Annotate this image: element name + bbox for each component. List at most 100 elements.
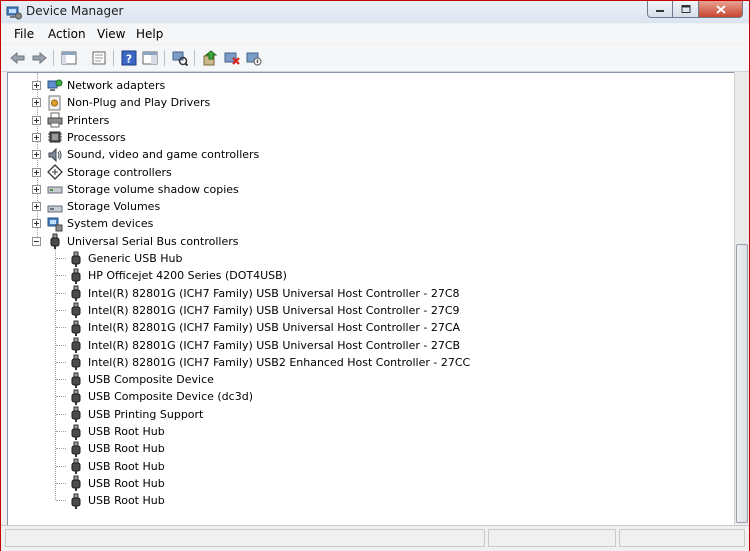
properties-sheet-icon: [92, 51, 106, 65]
tree-category[interactable]: Storage volume shadow copies: [32, 181, 239, 198]
tree-category-label: Processors: [67, 130, 126, 144]
usb-device-label: USB Root Hub: [88, 494, 165, 508]
usb-device-item[interactable]: USB Composite Device: [68, 371, 214, 388]
network-icon: [47, 79, 63, 91]
tree-category[interactable]: Printers: [32, 112, 109, 129]
usb-device-item[interactable]: USB Root Hub: [68, 475, 165, 492]
usb-device-item[interactable]: USB Root Hub: [68, 492, 165, 509]
usb-device-item[interactable]: USB Printing Support: [68, 406, 203, 423]
usb-device-item[interactable]: Intel(R) 82801G (ICH7 Family) USB Univer…: [68, 302, 460, 319]
expand-icon[interactable]: [32, 115, 41, 125]
tree-category[interactable]: Sound, video and game controllers: [32, 146, 259, 163]
expand-icon[interactable]: [32, 81, 41, 90]
usb-device-item[interactable]: USB Root Hub: [68, 458, 165, 475]
usb-device-item[interactable]: USB Root Hub: [68, 440, 165, 457]
menu-help[interactable]: Help: [136, 27, 163, 41]
expand-icon[interactable]: [32, 184, 41, 194]
tree-category[interactable]: Storage Volumes: [32, 198, 160, 215]
tree-category[interactable]: Universal Serial Bus controllers: [32, 233, 238, 250]
window-controls: [647, 1, 743, 19]
menu-view[interactable]: View: [97, 27, 125, 41]
toolbar-separator: [164, 50, 165, 66]
uninstall-button[interactable]: [223, 49, 241, 67]
tree-connector-line: [56, 258, 66, 260]
expand-icon[interactable]: [32, 219, 41, 229]
status-bar: [1, 525, 749, 551]
processor-icon: [48, 131, 62, 143]
scan-hardware-button[interactable]: [171, 49, 189, 67]
help-button[interactable]: ?: [120, 49, 138, 67]
tree-category[interactable]: Processors: [32, 129, 126, 146]
tree-category[interactable]: Network adapters: [32, 77, 165, 94]
menu-file[interactable]: File: [14, 27, 34, 41]
disable-button[interactable]: [245, 49, 263, 67]
usb-device-item[interactable]: Intel(R) 82801G (ICH7 Family) USB Univer…: [68, 285, 460, 302]
tree-category[interactable]: System devices: [32, 215, 153, 232]
expand-icon[interactable]: [32, 202, 41, 212]
usb-device-icon: [71, 441, 81, 457]
tree-category-label: System devices: [67, 217, 154, 231]
menu-action[interactable]: Action: [48, 27, 86, 41]
usb-device-label: USB Root Hub: [88, 476, 165, 490]
usb-device-icon: [71, 458, 81, 475]
title-bar[interactable]: Device Manager: [1, 1, 749, 23]
usb-device-label: USB Root Hub: [88, 442, 165, 456]
tree-connector-line: [56, 275, 66, 277]
usb-device-item[interactable]: Intel(R) 82801G (ICH7 Family) USB Univer…: [68, 337, 460, 354]
forward-button[interactable]: [30, 49, 48, 67]
driver-icon: [48, 95, 61, 111]
back-icon: [10, 51, 25, 65]
usb-device-label: USB Root Hub: [88, 459, 165, 473]
tree-connector-line: [56, 396, 66, 398]
properties-button[interactable]: [90, 49, 108, 67]
usb-device-item[interactable]: Intel(R) 82801G (ICH7 Family) USB2 Enhan…: [68, 354, 470, 371]
help-icon: ?: [121, 50, 137, 66]
tree-category-label: Network adapters: [67, 79, 166, 92]
toolbar: ?: [1, 45, 749, 72]
tree-category[interactable]: Non-Plug and Play Drivers: [32, 94, 210, 111]
window-title: Device Manager: [26, 4, 124, 18]
usb-device-icon: [71, 354, 81, 371]
device-manager-icon: [6, 6, 22, 20]
disable-icon: [246, 52, 262, 66]
maximize-button[interactable]: [673, 1, 699, 18]
expand-icon[interactable]: [32, 167, 41, 177]
tree-category-label: Storage volume shadow copies: [67, 182, 239, 196]
usb-device-icon: [71, 424, 81, 440]
update-driver-button[interactable]: [201, 49, 219, 67]
usb-device-item[interactable]: USB Composite Device (dc3d): [68, 388, 253, 405]
back-button[interactable]: [9, 49, 27, 67]
usb-device-item[interactable]: Intel(R) 82801G (ICH7 Family) USB Univer…: [68, 319, 460, 336]
usb-device-item[interactable]: Generic USB Hub: [68, 250, 182, 267]
vertical-scrollbar[interactable]: [734, 72, 749, 524]
close-button[interactable]: [699, 1, 743, 18]
tree-connector-line: [56, 482, 66, 485]
scrollbar-thumb[interactable]: [736, 244, 748, 523]
close-icon: [715, 4, 726, 14]
usb-device-item[interactable]: USB Root Hub: [68, 423, 165, 440]
expand-icon[interactable]: [32, 98, 41, 108]
tree-category-label: Universal Serial Bus controllers: [67, 234, 239, 248]
collapse-icon[interactable]: [32, 236, 41, 246]
forward-icon: [32, 51, 47, 65]
tree-connector-line: [56, 327, 66, 329]
device-tree[interactable]: Network adapters Non-Plug and Play Driver…: [7, 72, 734, 526]
usb-device-icon: [71, 475, 81, 492]
console-tree-button[interactable]: [60, 49, 78, 67]
console-tree-icon: [61, 51, 77, 65]
expand-icon[interactable]: [32, 150, 41, 160]
minimize-icon: [656, 10, 664, 12]
scan-hardware-icon: [172, 51, 188, 66]
uninstall-icon: [224, 52, 240, 65]
usb-device-item[interactable]: HP Officejet 4200 Series (DOT4USB): [68, 267, 287, 284]
minimize-button[interactable]: [647, 1, 673, 18]
tree-connector-line: [56, 379, 66, 381]
usb-device-icon: [71, 389, 81, 405]
device-manager-window: Device Manager File Action View Help ? N…: [0, 0, 750, 551]
system-icon: [47, 217, 63, 232]
usb-device-label: Intel(R) 82801G (ICH7 Family) USB Univer…: [88, 286, 460, 300]
show-hide-button[interactable]: [141, 49, 159, 67]
expand-icon[interactable]: [32, 132, 41, 142]
tree-category[interactable]: Storage controllers: [32, 164, 172, 181]
usb-device-label: Intel(R) 82801G (ICH7 Family) USB2 Enhan…: [88, 355, 471, 369]
